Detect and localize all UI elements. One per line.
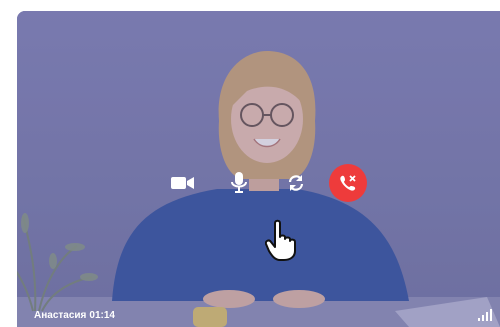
microphone-toggle-button[interactable] [225,169,253,197]
hand-cursor-icon [265,219,296,261]
call-controls [167,164,367,202]
microphone-icon [231,172,247,193]
signal-strength-icon [478,309,494,321]
end-call-button[interactable] [329,164,367,202]
video-camera-icon [171,177,194,189]
phone-hangup-icon [340,175,356,191]
caller-name: Анастасия [34,310,87,321]
call-duration: 01:14 [89,310,115,321]
caller-info: Анастасия 01:14 [34,310,118,321]
video-call-window: Анастасия 01:14 [17,11,500,327]
camera-toggle-button[interactable] [169,169,197,197]
switch-camera-icon [288,175,304,191]
switch-camera-button[interactable] [282,169,310,197]
